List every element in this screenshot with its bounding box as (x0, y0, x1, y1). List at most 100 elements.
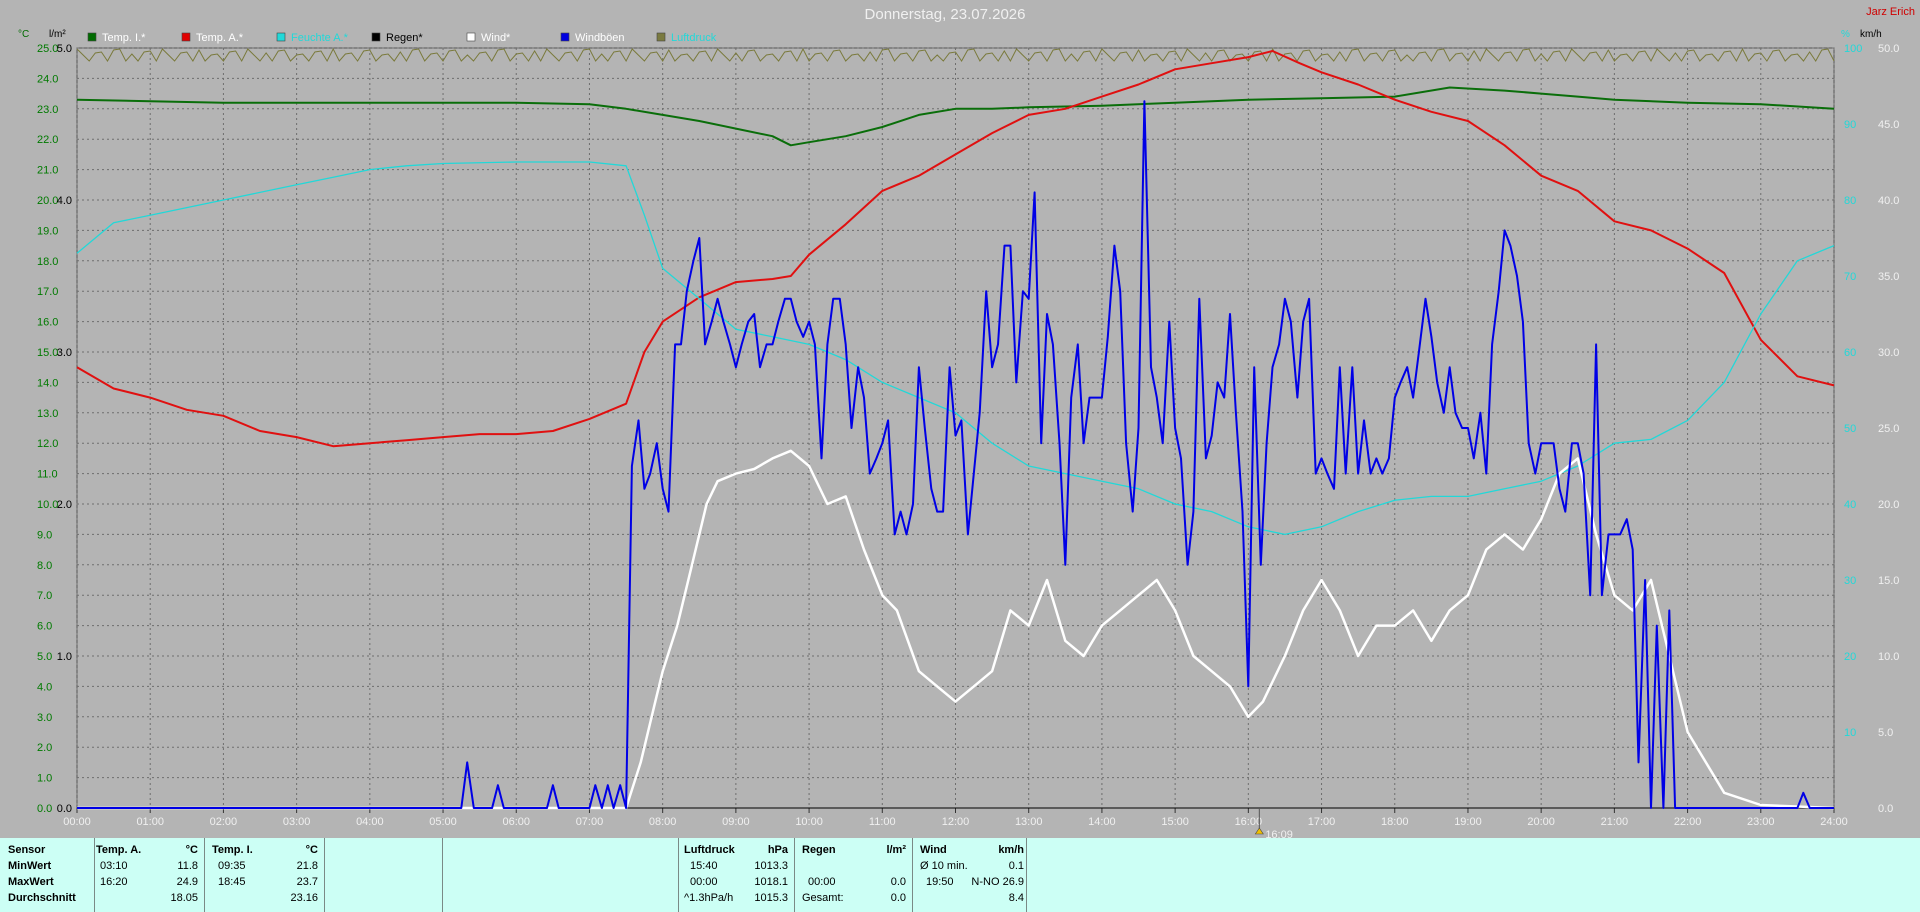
stats-rain-max-value: 0.0 (890, 876, 906, 888)
stats-wind-avg-value: 8.4 (1008, 892, 1024, 904)
chart-background (0, 0, 1920, 838)
x-tick-label: 09:00 (722, 816, 750, 828)
stats-temp-i-min-time: 09:35 (218, 860, 246, 872)
pct-tick-label: 80 (1844, 195, 1856, 207)
statistics-panel: Sensor MinWert MaxWert Durchschnitt Temp… (0, 838, 1920, 912)
stats-temp-a-avg-value: 18.05 (170, 892, 198, 904)
stats-temp-i-max-time: 18:45 (218, 876, 246, 888)
temp-tick-label: 22.0 (37, 134, 58, 146)
temp-tick-label: 12.0 (37, 438, 58, 450)
weather-chart: Donnerstag, 23.07.2026 Jarz Erich °C l/m… (0, 0, 1920, 838)
temp-tick-label: 7.0 (37, 590, 52, 602)
stats-sensor-label: Sensor (8, 844, 46, 856)
stats-pressure-unit: hPa (767, 844, 788, 856)
unit-temp: °C (18, 29, 29, 40)
x-tick-label: 00:00 (63, 816, 91, 828)
pct-tick-label: 40 (1844, 499, 1856, 511)
temp-tick-label: 3.0 (37, 712, 52, 724)
temp-tick-label: 15.0 (37, 347, 58, 359)
x-tick-label: 16:00 (1235, 816, 1263, 828)
x-tick-label: 08:00 (649, 816, 677, 828)
rain-tick-label: 3.0 (57, 347, 72, 359)
stats-rain: Regen l/m² 00:00 0.0 Gesamt: 0.0 (794, 838, 913, 912)
wind-tick-label: 30.0 (1878, 347, 1899, 359)
temp-tick-label: 24.0 (37, 73, 58, 85)
temp-tick-label: 25.0 (37, 43, 58, 55)
wind-tick-label: 10.0 (1878, 651, 1899, 663)
stats-empty-2 (442, 838, 679, 912)
temp-tick-label: 19.0 (37, 225, 58, 237)
stats-temp-i-label: Temp. I. (212, 844, 253, 856)
x-tick-label: 20:00 (1527, 816, 1555, 828)
stats-pressure: Luftdruck hPa 15:40 1013.3 00:00 1018.1 … (678, 838, 795, 912)
legend-swatch (560, 32, 570, 42)
x-tick-label: 18:00 (1381, 816, 1409, 828)
legend-swatch (181, 32, 191, 42)
x-tick-label: 17:00 (1308, 816, 1336, 828)
x-tick-label: 12:00 (942, 816, 970, 828)
stats-temp-a-min-value: 11.8 (177, 860, 198, 872)
stats-rain-total-label: Gesamt: (802, 892, 844, 904)
pct-tick-label: 60 (1844, 347, 1856, 359)
stats-pressure-trend: ^1.3hPa/h (684, 892, 734, 904)
unit-pct: % (1841, 29, 1850, 40)
x-tick-label: 11:00 (869, 816, 896, 828)
unit-wind: km/h (1860, 29, 1882, 40)
stats-pressure-min-value: 1013.3 (754, 860, 788, 872)
wind-tick-label: 40.0 (1878, 195, 1899, 207)
x-tick-label: 21:00 (1601, 816, 1629, 828)
legend-swatch (466, 32, 476, 42)
wind-tick-label: 50.0 (1878, 43, 1899, 55)
stats-wind-unit: km/h (998, 844, 1024, 856)
stats-row-avg: Durchschnitt (8, 892, 76, 904)
pct-tick-label: 20 (1844, 651, 1856, 663)
stats-temp-a-max-value: 24.9 (176, 876, 198, 888)
rain-tick-label: 0.0 (57, 803, 72, 815)
legend-label: Temp. A.* (196, 32, 244, 44)
stats-wind: Wind km/h Ø 10 min. 0.1 19:50 N-NO 26.9 … (912, 838, 1027, 912)
stats-rain-unit: l/m² (886, 844, 906, 856)
x-tick-label: 22:00 (1674, 816, 1702, 828)
x-tick-label: 10:00 (795, 816, 823, 828)
stats-pressure-avg-value: 1015.3 (754, 892, 788, 904)
temp-tick-label: 6.0 (37, 621, 52, 633)
stats-pressure-label: Luftdruck (684, 844, 735, 856)
x-tick-label: 14:00 (1088, 816, 1116, 828)
legend-swatch (371, 32, 381, 42)
x-tick-label: 05:00 (429, 816, 457, 828)
stats-wind-label: Wind (920, 844, 947, 856)
temp-tick-label: 18.0 (37, 256, 58, 268)
wind-tick-label: 5.0 (1878, 727, 1893, 739)
stats-temp-a-max-time: 16:20 (100, 876, 128, 888)
stats-empty-1 (324, 838, 443, 912)
temp-tick-label: 4.0 (37, 681, 52, 693)
temp-tick-label: 11.0 (37, 469, 58, 481)
pct-tick-label: 100 (1844, 43, 1862, 55)
stats-temp-i-min-value: 21.8 (296, 860, 318, 872)
x-tick-label: 19:00 (1454, 816, 1482, 828)
stats-row-max: MaxWert (8, 876, 54, 888)
station-name: Jarz Erich (1866, 6, 1915, 18)
temp-tick-label: 20.0 (37, 195, 58, 207)
legend-swatch (656, 32, 666, 42)
temp-tick-label: 5.0 (37, 651, 52, 663)
x-tick-label: 13:00 (1015, 816, 1043, 828)
rain-tick-label: 5.0 (57, 43, 72, 55)
wind-tick-label: 25.0 (1878, 423, 1899, 435)
temp-tick-label: 1.0 (37, 773, 52, 785)
temp-tick-label: 14.0 (37, 377, 58, 389)
stats-pressure-min-time: 15:40 (690, 860, 718, 872)
wind-tick-label: 35.0 (1878, 271, 1899, 283)
stats-temp-a-unit: °C (185, 844, 198, 856)
unit-rain: l/m² (49, 29, 66, 40)
rain-tick-label: 4.0 (57, 195, 72, 207)
stats-row-min: MinWert (8, 860, 52, 872)
stats-temp-a-min-time: 03:10 (100, 860, 128, 872)
wind-tick-label: 45.0 (1878, 119, 1899, 131)
x-tick-label: 01:00 (136, 816, 164, 828)
rain-tick-label: 1.0 (57, 651, 72, 663)
stats-rain-total-value: 0.0 (890, 892, 906, 904)
legend-label: Luftdruck (671, 32, 717, 44)
x-tick-label: 15:00 (1161, 816, 1189, 828)
x-tick-label: 07:00 (576, 816, 604, 828)
